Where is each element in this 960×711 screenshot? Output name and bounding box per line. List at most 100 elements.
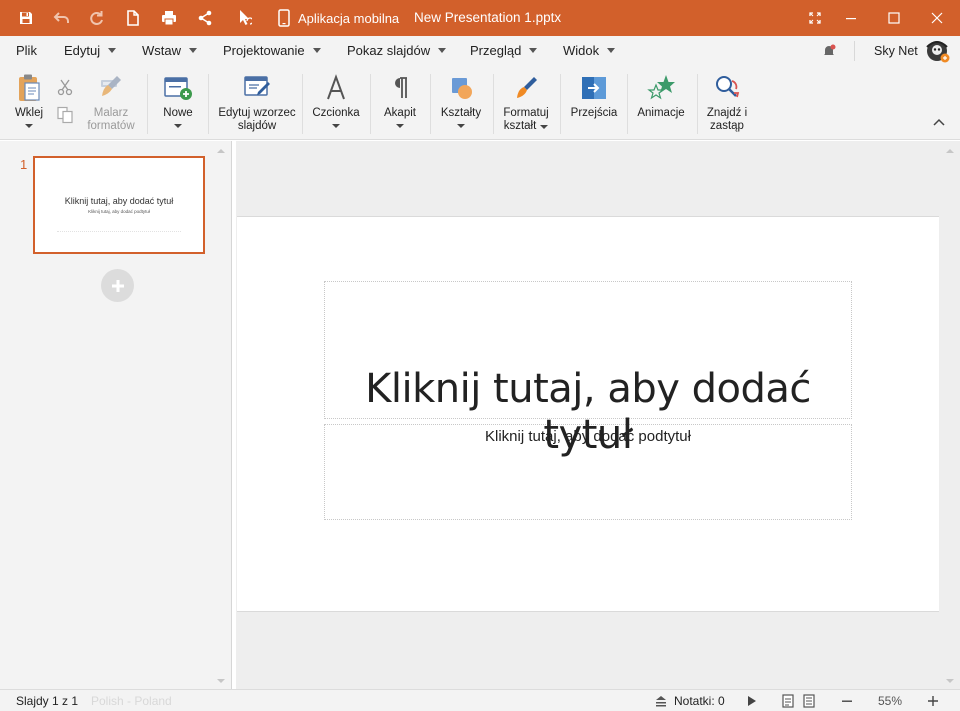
save-icon[interactable]	[9, 0, 43, 36]
format-painter-label-1: Malarz	[93, 107, 129, 119]
font-label: Czcionka	[312, 107, 360, 119]
close-button[interactable]	[914, 0, 960, 36]
chevron-down-icon	[607, 48, 616, 54]
play-slideshow-icon[interactable]	[747, 690, 757, 711]
maximize-icon	[888, 12, 900, 24]
dropdown-arrow-icon	[396, 124, 404, 128]
zoom-level[interactable]: 55%	[878, 690, 902, 711]
notes-count[interactable]: Notatki: 0	[674, 690, 725, 711]
find-replace-button[interactable]: Znajdź i zastąp	[706, 72, 748, 133]
slide-number: 1	[20, 157, 28, 172]
menu-design[interactable]: Projektowanie	[223, 36, 321, 66]
scroll-up-icon[interactable]	[217, 149, 225, 153]
menu-review-label: Przegląd	[470, 43, 522, 58]
user-name[interactable]: Sky Net	[874, 36, 918, 66]
font-button[interactable]: Czcionka	[312, 72, 360, 128]
format-shape-label-1: Formatuj	[503, 107, 549, 119]
document-title: New Presentation 1.pptx	[414, 10, 562, 25]
canvas-scroll-up-icon[interactable]	[946, 149, 954, 153]
transitions-icon	[578, 72, 610, 104]
paste-button[interactable]: Wklej	[12, 72, 46, 128]
mobile-app-link[interactable]: Aplikacja mobilna	[278, 0, 399, 36]
dropdown-arrow-icon	[174, 124, 182, 128]
new-document-icon[interactable]	[116, 0, 150, 36]
edit-slide-master-button[interactable]: Edytuj wzorzec slajdów	[218, 72, 296, 133]
zoom-out-button[interactable]	[841, 690, 853, 711]
notes-toggle[interactable]	[654, 690, 668, 711]
collapse-ribbon-icon[interactable]	[932, 116, 946, 130]
select-pointer-icon[interactable]	[228, 0, 262, 36]
format-painter-label-2: formatów	[87, 120, 135, 132]
ribbon-separator	[208, 74, 209, 134]
slide-subtitle-text[interactable]: Kliknij tutaj, aby dodać podtytuł	[324, 428, 852, 445]
edit-master-label-2: slajdów	[237, 120, 277, 132]
minus-icon	[842, 700, 852, 702]
menu-review[interactable]: Przegląd	[470, 36, 538, 66]
outline-view-icon[interactable]	[803, 690, 815, 711]
chevron-down-icon	[529, 48, 538, 54]
share-icon[interactable]	[188, 0, 222, 36]
menu-slideshow[interactable]: Pokaz slajdów	[347, 36, 447, 66]
transitions-button[interactable]: Przejścia	[570, 72, 618, 120]
shapes-button[interactable]: Kształty	[440, 72, 482, 128]
ribbon-separator	[302, 74, 303, 134]
menu-slideshow-label: Pokaz slajdów	[347, 43, 431, 58]
shapes-label: Kształty	[440, 107, 482, 119]
status-bar: Slajdy 1 z 1 Polish - Poland Notatki: 0 …	[0, 689, 960, 711]
add-slide-button[interactable]	[101, 269, 134, 302]
print-icon[interactable]	[152, 0, 186, 36]
minimize-icon	[846, 18, 856, 20]
dropdown-arrow-icon	[540, 124, 549, 129]
dropdown-arrow-icon	[332, 124, 340, 128]
slide-thumbnail[interactable]: Kliknij tutaj, aby dodać tytuł Kliknij t…	[33, 156, 205, 254]
zoom-in-button[interactable]	[927, 690, 939, 711]
maximize-button[interactable]	[871, 0, 917, 36]
thumbnail-subtitle: Kliknij tutaj, aby dodać podtytuł	[88, 209, 150, 214]
canvas-scroll-down-icon[interactable]	[946, 679, 954, 683]
menu-divider	[854, 41, 855, 61]
shapes-icon	[445, 72, 477, 104]
format-shape-brush-icon	[510, 72, 542, 104]
menu-edit-label: Edytuj	[64, 43, 101, 58]
paragraph-button[interactable]: Akapit	[382, 72, 418, 128]
normal-view-icon[interactable]	[782, 690, 794, 711]
star-animation-icon	[645, 72, 677, 104]
avatar[interactable]	[924, 39, 952, 65]
menu-edit[interactable]: Edytuj	[64, 36, 117, 66]
redo-icon[interactable]	[80, 0, 114, 36]
new-slide-button[interactable]: Nowe	[161, 72, 195, 128]
find-replace-label-1: Znajdź i	[706, 107, 748, 119]
ribbon-separator	[147, 74, 148, 134]
new-slide-icon	[162, 72, 194, 104]
format-painter-button[interactable]: Malarz formatów	[86, 72, 136, 133]
dropdown-arrow-icon	[25, 124, 33, 128]
menu-view[interactable]: Widok	[563, 36, 616, 66]
format-shape-button[interactable]: Formatuj kształt	[502, 72, 550, 133]
minimize-button[interactable]	[828, 0, 874, 36]
scroll-down-icon[interactable]	[217, 679, 225, 683]
copy-button[interactable]	[56, 106, 74, 124]
ribbon-separator	[430, 74, 431, 134]
find-replace-icon	[711, 72, 743, 104]
slides-panel: 1 Kliknij tutaj, aby dodać tytuł Kliknij…	[0, 141, 232, 689]
paste-label: Wklej	[14, 107, 44, 119]
chevron-down-icon	[108, 48, 117, 54]
format-shape-label-2: kształt	[503, 120, 537, 132]
menu-insert[interactable]: Wstaw	[142, 36, 197, 66]
ribbon-separator	[697, 74, 698, 134]
transitions-label: Przejścia	[570, 107, 618, 119]
menu-file-label: Plik	[16, 43, 37, 58]
menu-file[interactable]: Plik	[16, 36, 37, 66]
edit-master-label-1: Edytuj wzorzec	[218, 107, 296, 119]
notes-toggle-icon	[656, 696, 666, 707]
pilcrow-icon	[384, 72, 416, 104]
undo-icon[interactable]	[45, 0, 79, 36]
thumbnail-title: Kliknij tutaj, aby dodać tytuł	[64, 196, 174, 206]
notification-bell-icon[interactable]	[822, 44, 836, 61]
cut-button[interactable]	[56, 78, 74, 96]
ribbon-separator	[627, 74, 628, 134]
animations-button[interactable]: Animacje	[637, 72, 685, 120]
animations-label: Animacje	[637, 107, 685, 119]
language-indicator[interactable]: Polish - Poland	[91, 690, 172, 711]
smartphone-icon	[278, 9, 290, 27]
